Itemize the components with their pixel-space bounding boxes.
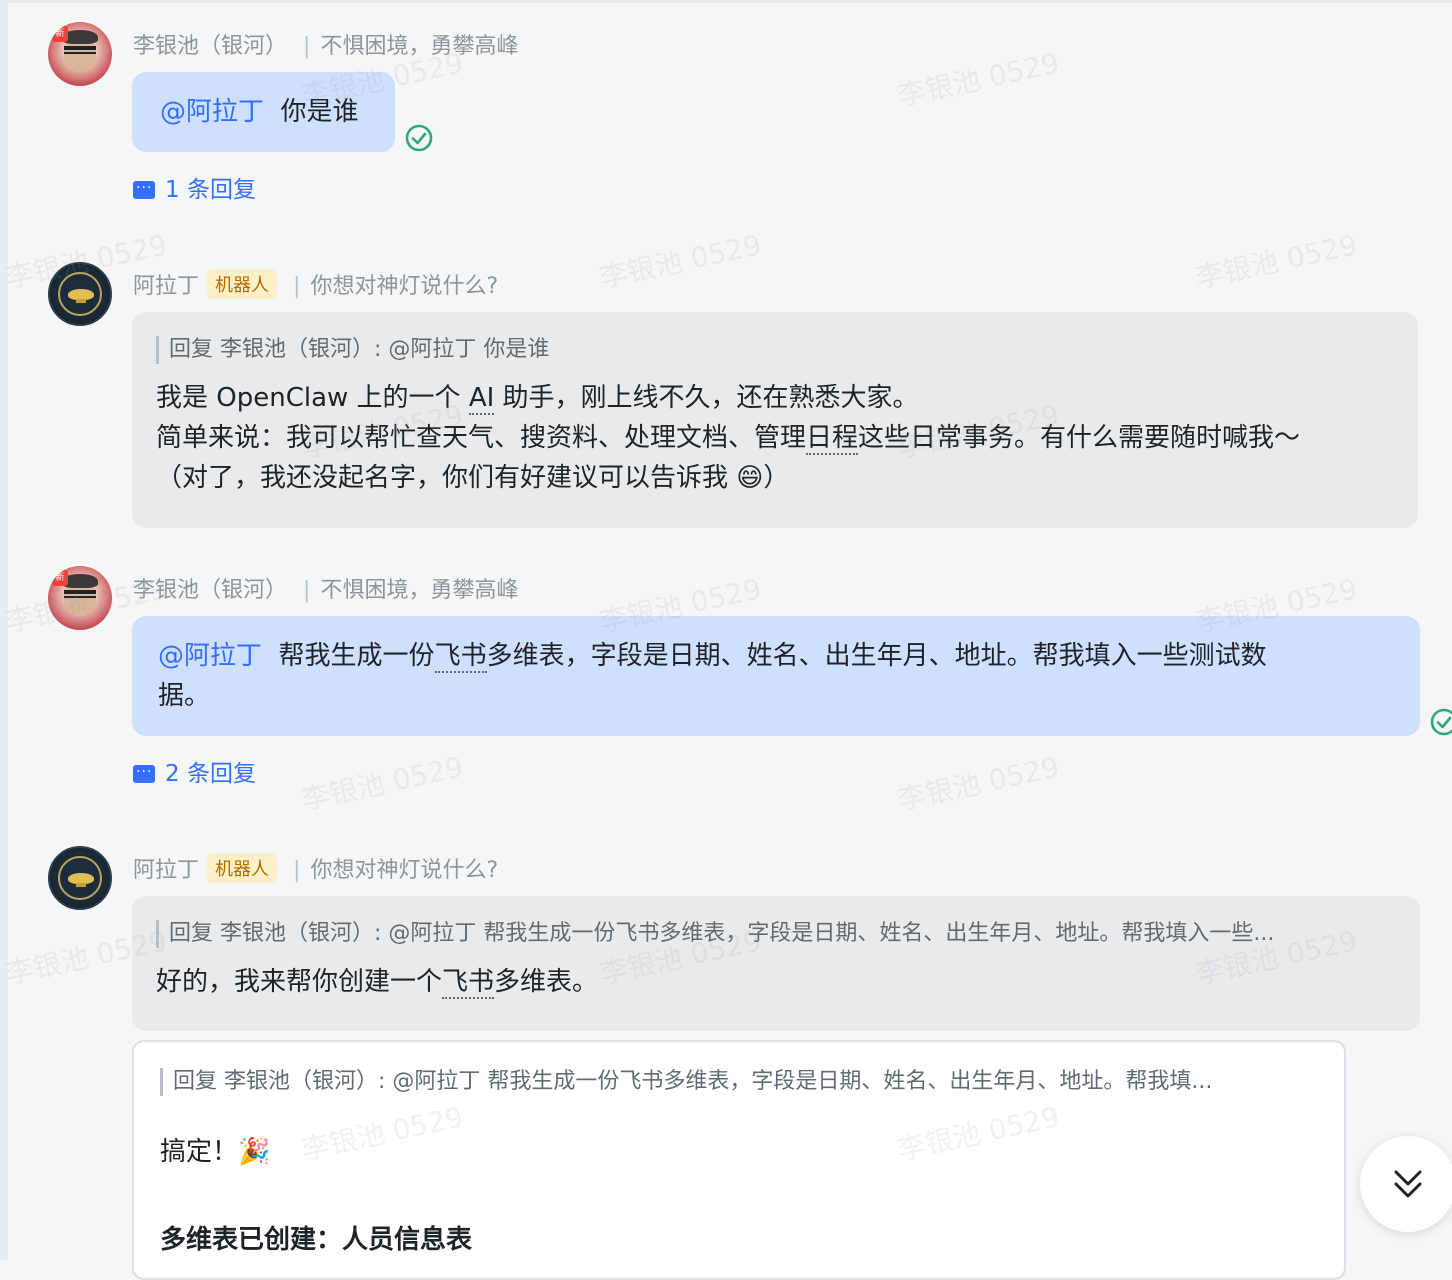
sender-header: 李银池（银河） | 不惧困境，勇攀高峰	[133, 572, 518, 604]
sender-status: 你想对神灯说什么?	[310, 858, 499, 883]
reply-thread-icon	[133, 765, 155, 783]
card-text: 搞定！🎉	[160, 1137, 271, 1167]
message-line: （对了，我还没起名字，你们有好建议可以告诉我 😄）	[156, 458, 1394, 498]
sender-status: 不惧困境，勇攀高峰	[320, 34, 519, 59]
sender-header: 阿拉丁 机器人 | 你想对神灯说什么?	[133, 268, 498, 300]
avatar-sticker: 新	[52, 26, 68, 42]
user-avatar[interactable]: 新	[48, 566, 112, 630]
header-separator: |	[303, 578, 311, 603]
sender-status: 不惧困境，勇攀高峰	[320, 578, 519, 603]
left-edge	[0, 0, 8, 1260]
message-line: 简单来说：我可以帮忙查天气、搜资料、处理文档、管理日程这些日常事务。有什么需要随…	[156, 418, 1394, 458]
thread-replies-link[interactable]: 2 条回复	[133, 754, 256, 788]
message-text: 多维表。	[494, 967, 599, 997]
read-check-icon	[405, 124, 433, 152]
reply-quote[interactable]: 回复 李银池（银河）: @阿拉丁 你是谁	[156, 336, 1394, 364]
glossary-term[interactable]: AI	[468, 383, 495, 415]
bot-avatar[interactable]	[48, 262, 112, 326]
watermark: 李银池 0529	[1192, 228, 1361, 295]
reply-quote[interactable]: 回复 李银池（银河）: @阿拉丁 帮我生成一份飞书多维表，字段是日期、姓名、出生…	[160, 1068, 1323, 1096]
scroll-to-bottom-icon	[1394, 1170, 1422, 1198]
thread-replies-link[interactable]: 1 条回复	[133, 170, 256, 204]
mention-link[interactable]: @阿拉丁	[158, 641, 262, 671]
lamp-base	[76, 883, 86, 887]
message-bubble[interactable]: 回复 李银池（银河）: @阿拉丁 帮我生成一份飞书多维表，字段是日期、姓名、出生…	[132, 896, 1420, 1031]
mention-link[interactable]: @阿拉丁	[160, 97, 264, 127]
reply-count: 1 条回复	[165, 177, 256, 203]
sender-name[interactable]: 阿拉丁	[133, 274, 199, 299]
reply-count: 2 条回复	[165, 761, 256, 787]
watermark: 李银池 0529	[894, 46, 1063, 113]
message-line: 好的，我来帮你创建一个飞书多维表。	[156, 962, 1396, 1002]
sender-name[interactable]: 李银池（银河）	[133, 34, 287, 59]
message-card[interactable]: 回复 李银池（银河）: @阿拉丁 帮我生成一份飞书多维表，字段是日期、姓名、出生…	[132, 1040, 1346, 1280]
message-line: 我是 OpenClaw 上的一个 AI 助手，刚上线不久，还在熟悉大家。	[156, 378, 1394, 418]
message-text: 据。	[158, 681, 211, 711]
bot-badge: 机器人	[207, 269, 278, 299]
message-text: （对了，我还没起名字，你们有好建议可以告诉我 😄）	[156, 463, 790, 493]
avatar-glasses	[64, 46, 96, 54]
header-separator: |	[293, 274, 301, 299]
message-text: 多维表，字段是日期、姓名、出生年月、地址。帮我填入一些测试数	[486, 641, 1267, 671]
message-text: 这些日常事务。有什么需要随时喊我～	[858, 423, 1301, 453]
message-text: 好的，我来帮你创建一个	[156, 967, 443, 997]
sender-status: 你想对神灯说什么?	[310, 274, 499, 299]
watermark: 李银池 0529	[298, 750, 467, 817]
message-text: 你是谁	[280, 97, 359, 127]
watermark: 李银池 0529	[894, 750, 1063, 817]
user-avatar[interactable]: 新	[48, 22, 112, 86]
card-heading: 多维表已创建：人员信息表	[160, 1225, 473, 1255]
sender-header: 李银池（银河） | 不惧困境，勇攀高峰	[133, 28, 518, 60]
reply-thread-icon	[133, 181, 155, 199]
message-bubble[interactable]: 回复 李银池（银河）: @阿拉丁 你是谁 我是 OpenClaw 上的一个 AI…	[132, 312, 1418, 528]
watermark: 李银池 0529	[596, 228, 765, 295]
glossary-term[interactable]: 日程	[806, 423, 859, 455]
message-bubble[interactable]: @阿拉丁 帮我生成一份飞书多维表，字段是日期、姓名、出生年月、地址。帮我填入一些…	[132, 616, 1420, 736]
glossary-term[interactable]: 飞书	[434, 641, 487, 673]
lamp-base	[76, 299, 86, 303]
top-divider	[8, 0, 1452, 3]
bot-badge: 机器人	[207, 853, 278, 883]
header-separator: |	[293, 858, 301, 883]
message-text: 我是 OpenClaw 上的一个	[156, 383, 469, 413]
header-separator: |	[303, 34, 311, 59]
scroll-to-bottom-button[interactable]	[1360, 1136, 1452, 1232]
message-text: 简单来说：我可以帮忙查天气、搜资料、处理文档、管理	[156, 423, 807, 453]
avatar-glasses	[64, 590, 96, 598]
avatar-sticker: 新	[52, 570, 68, 586]
sender-header: 阿拉丁 机器人 | 你想对神灯说什么?	[133, 852, 498, 884]
glossary-term[interactable]: 飞书	[442, 967, 495, 999]
reply-quote[interactable]: 回复 李银池（银河）: @阿拉丁 帮我生成一份飞书多维表，字段是日期、姓名、出生…	[156, 920, 1389, 948]
sender-name[interactable]: 李银池（银河）	[133, 578, 287, 603]
message-text: 助手，刚上线不久，还在熟悉大家。	[494, 383, 919, 413]
read-check-icon	[1430, 708, 1452, 736]
sender-name[interactable]: 阿拉丁	[133, 858, 199, 883]
message-bubble[interactable]: @阿拉丁 你是谁	[132, 72, 395, 152]
bot-avatar[interactable]	[48, 846, 112, 910]
message-text: 帮我生成一份	[278, 641, 435, 671]
